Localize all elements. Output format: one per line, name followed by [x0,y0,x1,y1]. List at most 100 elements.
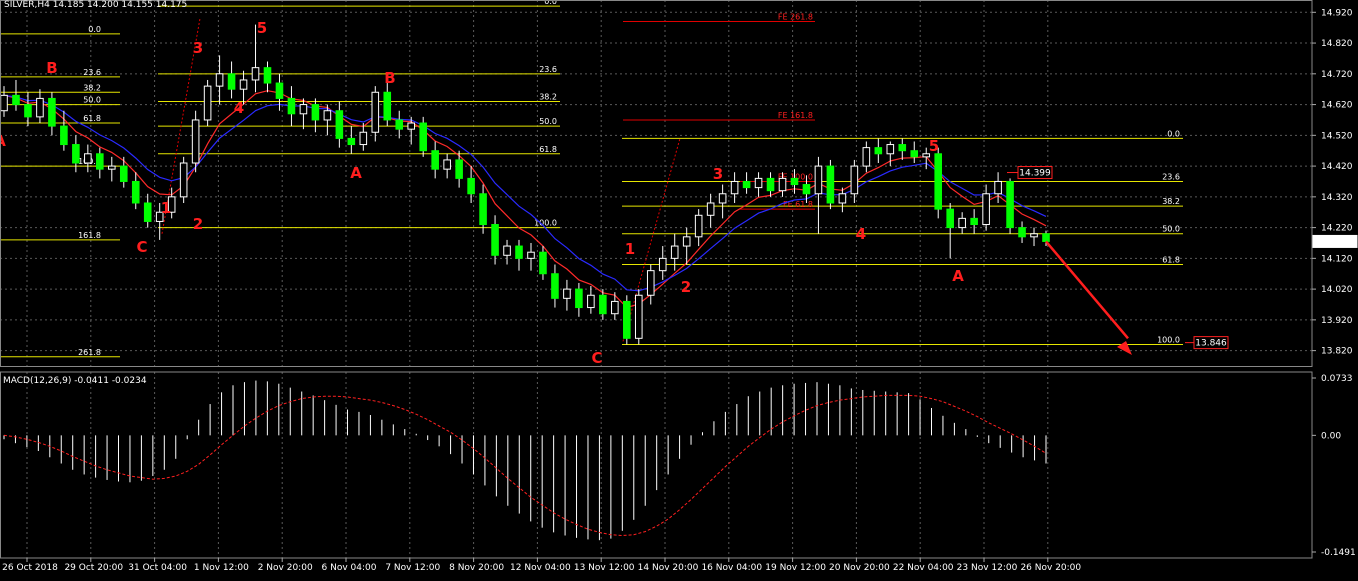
candle-body [431,150,439,170]
price-tick-label: 14.020 [1321,285,1353,295]
wave-label-left: 5 [257,19,267,37]
time-label: 2 Nov 20:00 [258,563,313,573]
candle-body [563,288,571,299]
fib-label-left: 261.8 [78,348,101,357]
candle-body [515,245,523,259]
price-tick-label: 14.520 [1321,131,1353,141]
candle-body [84,153,92,164]
fib-label-mid: 61.8 [539,145,557,154]
candle-body [551,273,559,299]
candle-body [850,165,859,195]
fib-label-mid: 50.0 [539,117,557,126]
price-tick-label: 14.920 [1321,8,1353,18]
time-label: 7 Nov 12:00 [385,563,440,573]
candle-body [275,82,284,99]
fib-label-right: 23.6 [1162,172,1180,181]
candle-body [371,91,380,133]
candle-body [96,153,104,170]
fib-label-left: 61.8 [83,114,101,123]
candle-body [934,153,943,210]
candle-body [790,177,799,186]
time-label: 26 Nov 20:00 [1020,563,1081,573]
candle-body [24,104,32,118]
time-label: 29 Oct 20:00 [64,563,123,573]
candle-body [239,79,248,90]
candle-body [287,97,296,115]
time-label: 19 Nov 12:00 [765,563,826,573]
time-label: 13 Nov 12:00 [574,563,635,573]
time-label: 6 Nov 04:00 [322,563,377,573]
candle-body [143,202,152,222]
candle-body [742,180,751,189]
candle-body [179,162,188,198]
candle-body [814,165,823,195]
fib-label-right: 100.0 [1157,335,1180,344]
time-label: 12 Nov 04:00 [510,563,571,573]
wave-label-left: B [46,59,57,77]
fib-label-left: 161.8 [78,231,101,240]
candle-body [251,67,260,81]
candle-body [766,177,775,192]
wave-label-right: 2 [681,278,691,296]
candle-body [634,294,643,339]
candle-body [215,73,224,87]
fib-label-left: 50.0 [83,96,101,105]
price-tick-label: 14.220 [1321,224,1353,234]
wave-label-left: 1 [161,199,171,217]
wave-label-left: 3 [193,39,203,57]
time-label: 14 Nov 20:00 [638,563,699,573]
fe-label: FE 261.8 [778,13,813,22]
wave-label-right: 5 [929,137,939,155]
candle-body [1006,180,1014,229]
candle-body [227,73,236,90]
candle-body [311,104,320,121]
wave-label-left: 2 [193,215,203,233]
fib-label-right: 61.8 [1162,256,1180,265]
candle-body [778,177,787,192]
candle-body [323,110,332,121]
candle-body [467,177,475,195]
time-label: 8 Nov 20:00 [449,563,504,573]
symbol-header: SILVER,H4 14.185 14.200 14.155 14.175 [4,0,187,10]
macd-label: MACD(12,26,9) -0.0411 -0.0234 [3,376,147,386]
candle-body [575,288,583,309]
candle-body [910,150,919,158]
target-price-box: 13.846 [1195,339,1227,349]
macd-tick-label: -0.1491 [1321,548,1356,558]
price-tick-label: 14.320 [1321,193,1353,203]
time-label: 20 Nov 20:00 [829,563,890,573]
time-label: 22 Nov 04:00 [893,563,954,573]
candle-body [658,257,667,272]
candle-body [898,144,907,152]
candle-body [611,300,619,315]
price-tick-label: 14.620 [1321,101,1353,111]
wave-label-right: 4 [856,225,866,243]
candle-body [491,224,499,256]
candle-body [694,214,703,238]
price-tick-label: 13.820 [1321,347,1353,357]
wave-label-right: A [952,267,964,285]
candle-body [395,119,404,130]
candle-body [886,144,895,155]
wave-label-right: 3 [713,165,723,183]
candle-body [946,208,954,229]
candle-body [419,122,427,152]
candle-body [874,147,883,155]
candle-body [191,119,200,164]
fib-label-left: 38.2 [83,83,101,92]
current-price-box: 14.175 [1319,237,1351,247]
candle-body [203,85,212,121]
candle-body [802,184,811,195]
candle-body [754,177,763,189]
candle-body [0,94,8,112]
price-chart[interactable]: 0.023.638.250.061.8100.0161.8261.80.023.… [0,0,1358,581]
candle-body [826,165,835,204]
candle-body [1030,233,1038,238]
candle-body [682,236,691,247]
fib-label-right: 38.2 [1162,197,1180,206]
candle-body [994,180,1002,195]
candle-body [131,180,140,204]
candle-body [263,67,272,84]
price-tick-label: 14.420 [1321,162,1353,172]
candle-body [706,202,715,216]
